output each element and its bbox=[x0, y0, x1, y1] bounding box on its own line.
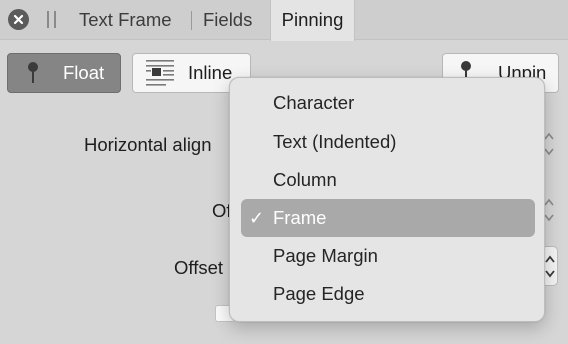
drag-handle-icon[interactable] bbox=[47, 11, 56, 28]
close-icon[interactable] bbox=[8, 9, 29, 30]
menu-item-label: Page Edge bbox=[273, 283, 365, 304]
menu-item-label: Character bbox=[273, 92, 355, 113]
float-label: Float bbox=[63, 62, 105, 83]
menu-item-label: Text (Indented) bbox=[273, 131, 397, 152]
menu-item-page-edge[interactable]: Page Edge bbox=[241, 275, 535, 313]
menu-item-character[interactable]: Character bbox=[241, 84, 535, 122]
tab-pinning[interactable]: Pinning bbox=[270, 0, 355, 41]
menu-item-frame[interactable]: ✓ Frame bbox=[241, 199, 535, 237]
inline-text-icon bbox=[146, 54, 176, 92]
anchor-dropdown-menu: Character Text (Indented) Column ✓ Frame… bbox=[229, 77, 545, 322]
inline-label: Inline bbox=[188, 62, 233, 83]
menu-item-label: Frame bbox=[273, 207, 327, 228]
offset-label-2: Offset bbox=[174, 257, 224, 278]
menu-item-text-indented[interactable]: Text (Indented) bbox=[241, 123, 535, 161]
menu-item-page-margin[interactable]: Page Margin bbox=[241, 237, 535, 275]
checkmark-icon: ✓ bbox=[249, 208, 265, 228]
tab-bar: Text Frame Fields Pinning bbox=[0, 0, 568, 41]
float-button[interactable]: Float bbox=[7, 53, 121, 93]
menu-item-label: Column bbox=[273, 169, 337, 190]
horizontal-alignment-label: Horizontal align bbox=[84, 134, 212, 155]
tab-text-frame[interactable]: Text Frame bbox=[79, 0, 172, 40]
tab-divider bbox=[191, 11, 192, 30]
tab-fields[interactable]: Fields bbox=[203, 0, 252, 40]
menu-item-label: Page Margin bbox=[273, 245, 378, 266]
menu-item-column[interactable]: Column bbox=[241, 161, 535, 199]
pin-icon bbox=[26, 54, 40, 92]
